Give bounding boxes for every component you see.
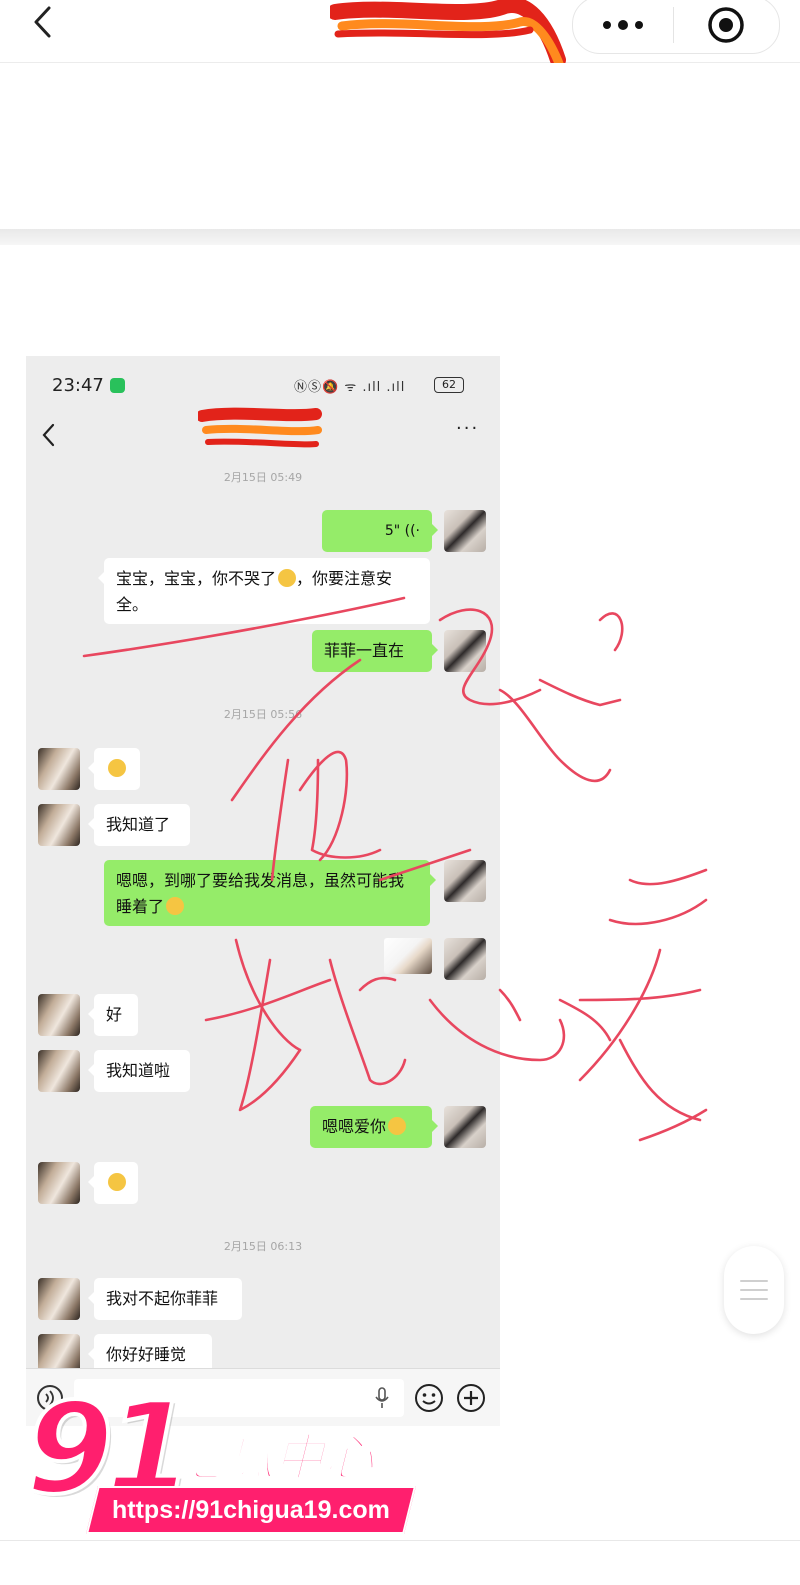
message-bubble[interactable]: 嗯嗯爱你 (310, 1106, 438, 1148)
message-text: 宝宝，宝宝，你不哭了 (116, 569, 277, 588)
message-text: 嗯嗯，到哪了要给我发消息，虽然可能我睡着了 (116, 871, 405, 916)
status-indicators: ⓃⓈ🔕 ᯤ .ıll .ıll (294, 380, 406, 395)
mic-icon[interactable] (374, 1387, 390, 1409)
sleepy-emoji-icon (166, 897, 185, 915)
avatar[interactable] (444, 1106, 486, 1148)
bottom-divider (0, 1540, 800, 1541)
message-bubble[interactable]: 嗯嗯，到哪了要给我发消息，虽然可能我睡着了 (104, 860, 436, 926)
avatar[interactable] (444, 630, 486, 672)
avatar[interactable] (38, 748, 80, 790)
sticker-image[interactable] (384, 938, 432, 974)
target-circle-icon (708, 7, 744, 43)
emoji-icon[interactable] (414, 1383, 444, 1413)
watermark-brand: 吃瓜中心 (173, 1428, 375, 1488)
plus-icon[interactable] (456, 1383, 486, 1413)
battery-icon: 62 (434, 377, 464, 393)
timestamp: 2月15日 06:13 (223, 1240, 303, 1253)
content-blank-area (0, 63, 800, 229)
message-bubble[interactable]: 我对不起你菲菲 (88, 1278, 242, 1320)
avatar[interactable] (38, 994, 80, 1036)
avatar[interactable] (444, 938, 486, 980)
avatar[interactable] (38, 1278, 80, 1320)
message-bubble[interactable]: 宝宝，宝宝，你不哭了 ，你要注意安全。 (98, 558, 430, 624)
message-bubble[interactable]: 好 (88, 994, 138, 1036)
redaction-scribble (198, 407, 322, 448)
chat-back-icon[interactable] (40, 422, 58, 448)
section-divider (0, 229, 800, 245)
avatar[interactable] (444, 860, 486, 902)
back-button[interactable] (26, 2, 60, 42)
voice-message-bubble[interactable]: 5" ((· (322, 510, 438, 552)
close-button[interactable] (674, 0, 778, 53)
chat-screenshot: 23:47 ⓃⓈ🔕 ᯤ .ıll .ıll 62 ··· 2月15日 05:49… (26, 356, 500, 1426)
message-bubble[interactable]: 我知道啦 (88, 1050, 190, 1092)
emoji-icon (108, 1173, 126, 1191)
avatar[interactable] (38, 1050, 80, 1092)
chevron-left-icon (34, 6, 51, 38)
status-time: 23:47 (52, 375, 104, 396)
crying-emoji-icon (108, 759, 126, 777)
message-bubble[interactable]: 菲菲一直在 (312, 630, 438, 672)
avatar[interactable] (38, 804, 80, 846)
emoji-icon (388, 1117, 407, 1135)
wechat-status-icon (110, 378, 125, 393)
watermark-url-text: https://91chigua19.com (112, 1496, 390, 1524)
top-nav-bar (0, 0, 800, 71)
avatar[interactable] (444, 510, 486, 552)
timestamp: 2月15日 05:49 (223, 471, 303, 484)
more-dots-icon (603, 20, 643, 30)
avatar[interactable] (38, 1162, 80, 1204)
watermark-url: https://91chigua19.com (86, 1486, 416, 1534)
timestamp: 2月15日 05:56 (223, 708, 303, 721)
more-button[interactable] (573, 0, 673, 53)
floating-menu-button[interactable] (724, 1246, 784, 1334)
mini-program-capsule (572, 0, 780, 54)
message-bubble[interactable]: 我知道了 (88, 804, 190, 846)
chat-more-button[interactable]: ··· (456, 418, 479, 439)
message-text: 嗯嗯爱你 (322, 1117, 387, 1136)
message-bubble[interactable] (88, 748, 140, 790)
menu-lines-icon (740, 1280, 768, 1300)
crying-emoji-icon (278, 569, 297, 587)
message-bubble[interactable] (88, 1162, 138, 1204)
